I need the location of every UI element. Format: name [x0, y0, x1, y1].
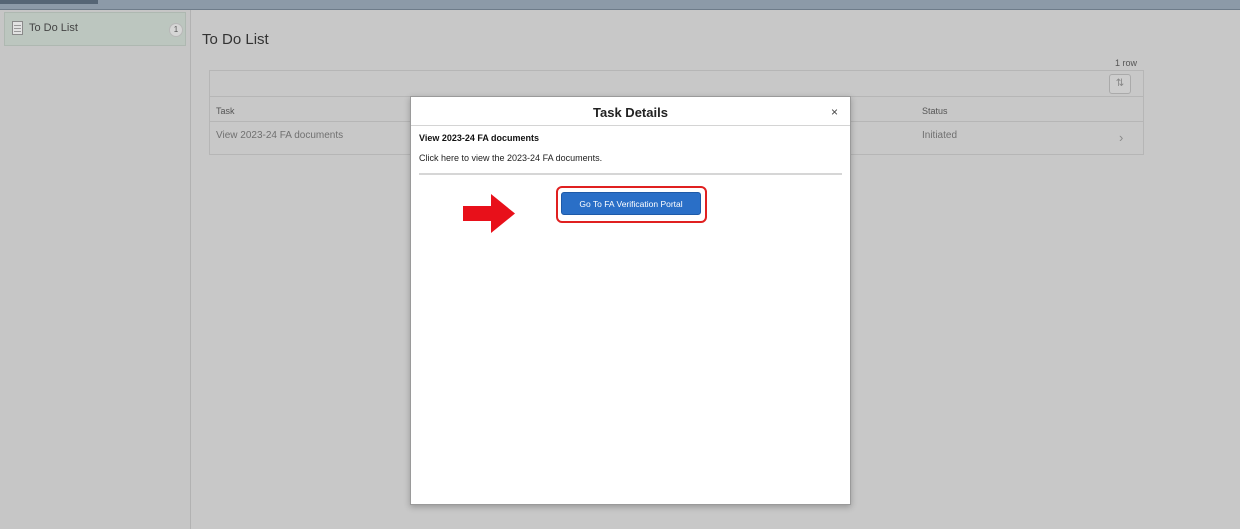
task-details-modal: Task Details × View 2023-24 FA documents…: [410, 96, 851, 505]
sort-icon: ⇅: [1115, 78, 1125, 89]
chevron-right-icon[interactable]: ›: [1119, 130, 1123, 145]
status-cell: Initiated: [922, 130, 958, 141]
row-count: 1 row: [1114, 58, 1137, 68]
divider: [419, 173, 842, 175]
sidebar-item-to-do-list[interactable]: To Do List 1: [4, 12, 186, 46]
sidebar-item-count-badge: 1: [169, 23, 183, 37]
page-title: To Do List: [202, 31, 269, 48]
top-header-bar: [0, 0, 1240, 10]
table-toolbar: [209, 70, 1144, 96]
task-description: Click here to view the 2023-24 FA docume…: [419, 153, 603, 163]
modal-header: Task Details ×: [411, 97, 850, 126]
modal-title: Task Details: [593, 105, 668, 120]
go-to-fa-verification-portal-button[interactable]: Go To FA Verification Portal: [561, 192, 701, 215]
sidebar: To Do List 1: [0, 10, 191, 529]
list-icon: [12, 21, 23, 35]
task-cell: View 2023-24 FA documents: [216, 130, 344, 141]
top-header-accent: [0, 0, 98, 4]
column-header-status: Status: [922, 106, 948, 116]
sidebar-item-label: To Do List: [29, 22, 78, 34]
close-icon[interactable]: ×: [831, 106, 838, 118]
column-header-task: Task: [216, 106, 235, 116]
sort-button[interactable]: ⇅: [1109, 74, 1131, 94]
red-arrow-annotation-icon: [463, 194, 515, 233]
task-heading: View 2023-24 FA documents: [419, 133, 540, 143]
